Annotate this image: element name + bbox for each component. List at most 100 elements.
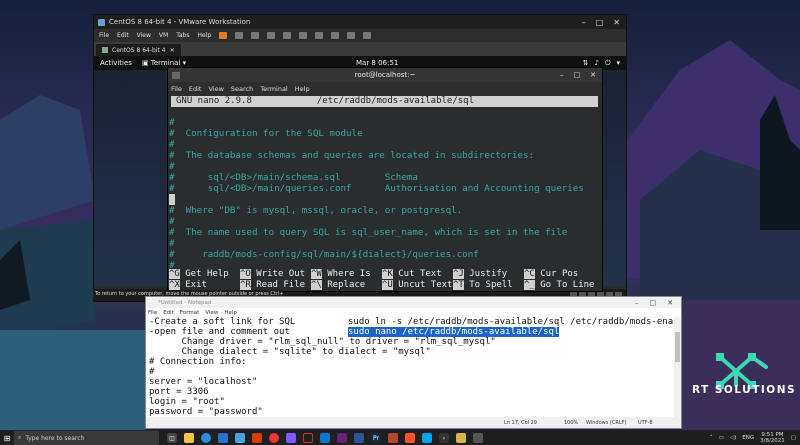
system-tray: ˄ ▭ ◁) ENG 9:51 PM 3/8/2021 ▢ bbox=[710, 432, 800, 444]
vmware-menubar: File Edit View VM Tabs Help bbox=[94, 29, 626, 42]
tab-close-icon[interactable]: ✕ bbox=[170, 47, 175, 54]
nano-line: # sql/<DB>/main/schema.sql Schema bbox=[169, 172, 418, 183]
shortcut-uncut-text: ^U Uncut Text bbox=[382, 280, 453, 290]
np-line: port = 3306 bbox=[149, 387, 209, 397]
term-menu-view[interactable]: View bbox=[208, 85, 223, 93]
shortcut-to-spell: ^T To Spell bbox=[453, 280, 513, 290]
rt-solutions-logo-text: RT SOLUTIONS bbox=[691, 384, 797, 396]
chevron-down-icon: ▾ bbox=[616, 58, 620, 67]
notepad-scrollbar[interactable] bbox=[674, 317, 681, 417]
nano-line: # bbox=[169, 139, 175, 150]
vscode-icon[interactable] bbox=[320, 433, 330, 443]
tab-centos[interactable]: CentOS 8 64-bit 4 ✕ bbox=[96, 44, 181, 56]
file-explorer-icon[interactable] bbox=[184, 433, 194, 443]
text-cursor bbox=[169, 194, 175, 205]
nano-line: # The database schemas and queries are l… bbox=[169, 150, 535, 161]
menu-vm[interactable]: VM bbox=[159, 32, 168, 39]
language-indicator[interactable]: ENG bbox=[742, 435, 754, 441]
acrobat-icon[interactable] bbox=[303, 433, 313, 443]
close-icon[interactable]: ✕ bbox=[590, 71, 596, 79]
menu-help[interactable]: Help bbox=[198, 32, 212, 39]
maximize-icon[interactable]: □ bbox=[574, 71, 581, 79]
minimize-icon[interactable]: – bbox=[560, 71, 564, 79]
term-menu-edit[interactable]: Edit bbox=[189, 85, 202, 93]
menu-file[interactable]: File bbox=[99, 32, 109, 39]
console-view-icon[interactable] bbox=[347, 32, 356, 39]
close-icon[interactable]: ✕ bbox=[613, 18, 620, 27]
menu-view[interactable]: View bbox=[137, 32, 151, 39]
shortcut-justify: ^J Justify bbox=[453, 269, 508, 279]
term-menu-help[interactable]: Help bbox=[295, 85, 310, 93]
start-button[interactable]: ⊞ bbox=[0, 431, 14, 445]
taskbar-clock[interactable]: 9:51 PM 3/8/2021 bbox=[760, 432, 785, 444]
vmware-player-icon[interactable] bbox=[473, 433, 483, 443]
brave-icon[interactable] bbox=[405, 433, 415, 443]
vmware-title: CentOS 8 64-bit 4 - VMware Workstation bbox=[109, 18, 251, 26]
gnome-clock[interactable]: Mar 8 06:51 bbox=[356, 59, 398, 67]
notepad-taskbar-icon[interactable] bbox=[456, 433, 466, 443]
activities-button[interactable]: Activities bbox=[100, 59, 132, 67]
snapshot-icon[interactable] bbox=[251, 32, 260, 39]
terminal-app-menu[interactable]: ▣ Terminal ▾ bbox=[142, 59, 186, 67]
tray-chevron-icon[interactable]: ˄ bbox=[710, 435, 713, 441]
np-menu-edit[interactable]: Edit bbox=[163, 310, 174, 316]
np-menu-format[interactable]: Format bbox=[180, 310, 199, 316]
term-menu-terminal[interactable]: Terminal bbox=[260, 85, 287, 93]
new-tab-icon[interactable] bbox=[172, 71, 180, 79]
task-view-icon[interactable]: ◫ bbox=[167, 433, 177, 443]
notepad-text-area[interactable]: -Create a soft link for SQL sudo ln -s /… bbox=[146, 317, 676, 417]
terminal-app-icon: ▣ bbox=[141, 59, 151, 67]
nano-line: # raddb/mods-config/sql/main/${dialect}/… bbox=[169, 249, 479, 260]
shortcut-get-help: ^G Get Help bbox=[169, 269, 229, 279]
np-line: password = "password" bbox=[149, 407, 263, 417]
stretch-icon[interactable] bbox=[363, 32, 372, 39]
np-menu-view[interactable]: View bbox=[205, 310, 218, 316]
network-icon[interactable]: ▭ bbox=[719, 435, 724, 441]
store-icon[interactable] bbox=[422, 433, 432, 443]
menu-tabs[interactable]: Tabs bbox=[176, 32, 189, 39]
unity-icon[interactable] bbox=[331, 32, 340, 39]
maximize-icon[interactable]: □ bbox=[596, 18, 604, 27]
np-menu-help[interactable]: Help bbox=[224, 310, 237, 316]
word-icon[interactable] bbox=[354, 433, 364, 443]
send-ctrl-alt-del-icon[interactable] bbox=[235, 32, 244, 39]
office-icon[interactable] bbox=[252, 433, 262, 443]
scrollbar-thumb[interactable] bbox=[675, 332, 680, 362]
pause-icon[interactable] bbox=[219, 32, 228, 39]
notepad-menubar: File Edit Format View Help bbox=[146, 308, 681, 317]
edge-icon[interactable] bbox=[201, 433, 211, 443]
premiere-icon[interactable]: Pr bbox=[371, 433, 381, 443]
library-icon[interactable] bbox=[299, 32, 308, 39]
tab-centos-label: CentOS 8 64-bit 4 bbox=[112, 46, 166, 54]
menu-edit[interactable]: Edit bbox=[117, 32, 129, 39]
revert-snapshot-icon[interactable] bbox=[267, 32, 276, 39]
np-line: Change dialect = "sqlite" to dialect = "… bbox=[149, 347, 431, 357]
snapshot-manager-icon[interactable] bbox=[283, 32, 292, 39]
taskbar-search[interactable]: ⌕ Type here to search bbox=[14, 431, 159, 445]
minimize-icon[interactable]: – bbox=[582, 18, 586, 27]
term-menu-file[interactable]: File bbox=[171, 85, 182, 93]
visual-studio-icon[interactable] bbox=[337, 433, 347, 443]
notepad-titlebar: *Untitled - Notepad – □ ✕ bbox=[146, 297, 681, 308]
nano-editor[interactable]: GNU nano 2.9.8 /etc/raddb/mods-available… bbox=[168, 95, 602, 291]
np-menu-file[interactable]: File bbox=[148, 310, 157, 316]
mail-icon[interactable] bbox=[218, 433, 228, 443]
vmware-taskbar-icon[interactable] bbox=[235, 433, 245, 443]
chrome-icon[interactable] bbox=[269, 433, 279, 443]
notepad-statusbar: Ln 17, Col 29 100% Windows (CRLF) UTF-8 bbox=[146, 417, 681, 428]
powerpoint-icon[interactable] bbox=[388, 433, 398, 443]
minimize-icon[interactable]: – bbox=[635, 299, 639, 307]
terminal-window: root@localhost:~ – □ ✕ File Edit View Se… bbox=[167, 67, 603, 292]
np-status-position: Ln 17, Col 29 bbox=[504, 419, 537, 426]
close-icon[interactable]: ✕ bbox=[667, 299, 673, 307]
notifications-icon[interactable]: ▢ bbox=[791, 435, 796, 441]
fullscreen-icon[interactable] bbox=[315, 32, 324, 39]
nano-line: # Configuration for the SQL module bbox=[169, 128, 363, 139]
volume-icon[interactable]: ◁) bbox=[730, 435, 736, 441]
teams-icon[interactable] bbox=[286, 433, 296, 443]
shortcut-go-to-line: ^_ Go To Line bbox=[524, 280, 595, 290]
term-menu-search[interactable]: Search bbox=[231, 85, 253, 93]
terminal-taskbar-icon[interactable]: › bbox=[439, 433, 449, 443]
shortcut-where-is: ^W Where Is bbox=[311, 269, 371, 279]
maximize-icon[interactable]: □ bbox=[650, 299, 657, 307]
